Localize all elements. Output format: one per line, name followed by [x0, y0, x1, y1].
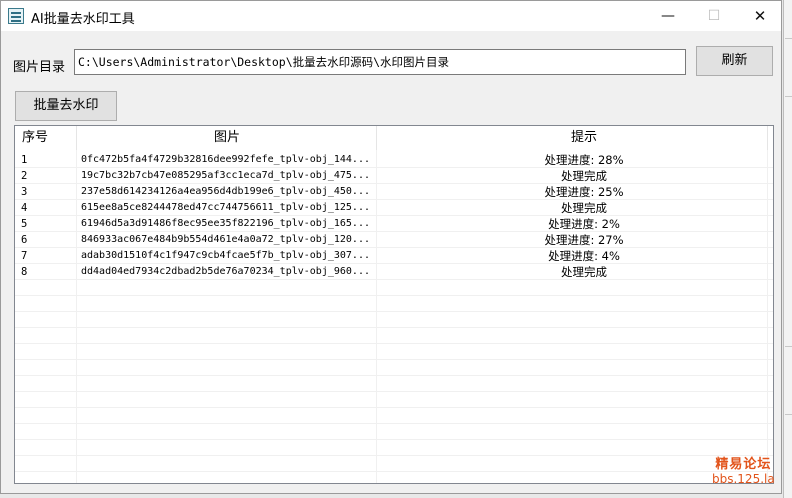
- column-header-image[interactable]: 图片: [77, 126, 377, 150]
- column-header-tip[interactable]: 提示: [377, 126, 773, 150]
- watermark-line1: 精易论坛: [715, 457, 772, 472]
- watermark-line2: bbs.125.la: [712, 472, 775, 486]
- app-icon: [8, 8, 24, 24]
- row-index: 6: [21, 234, 28, 246]
- minimize-button[interactable]: —: [645, 1, 691, 31]
- row-image-name: 237e58d614234126a4ea956d4db199e6_tplv-ob…: [81, 186, 370, 197]
- row-index: 4: [21, 202, 28, 214]
- title-bar: AI批量去水印工具 — ☐ ✕: [1, 1, 781, 31]
- row-index: 8: [21, 266, 28, 278]
- forum-watermark: 精易论坛 bbs.125.la: [712, 457, 775, 487]
- table-row[interactable]: 7 adab30d1510f4c1f947c9cb4fcae5f7b_tplv-o…: [15, 248, 773, 264]
- row-index: 5: [21, 218, 28, 230]
- row-index: 7: [21, 250, 28, 262]
- table-row[interactable]: 5 61946d5a3d91486f8ec95ee35f822196_tplv-o…: [15, 216, 773, 232]
- row-index: 1: [21, 154, 28, 166]
- row-image-name: 0fc472b5fa4f4729b32816dee992fefe_tplv-ob…: [81, 154, 370, 165]
- table-row[interactable]: 4 615ee8a5ce8244478ed47cc744756611_tplv-o…: [15, 200, 773, 216]
- row-image-name: 846933ac067e484b9b554d461e4a0a72_tplv-ob…: [81, 234, 370, 245]
- row-index: 3: [21, 186, 28, 198]
- row-status: 处理进度: 2%: [548, 217, 620, 231]
- row-image-name: dd4ad04ed7934c2dbad2b5de76a70234_tplv-ob…: [81, 266, 370, 277]
- background-window-edge: [783, 0, 792, 498]
- column-header-index[interactable]: 序号: [22, 126, 48, 150]
- table-row[interactable]: 3 237e58d614234126a4ea956d4db199e6_tplv-o…: [15, 184, 773, 200]
- row-status: 处理进度: 25%: [544, 185, 624, 199]
- row-image-name: 61946d5a3d91486f8ec95ee35f822196_tplv-ob…: [81, 218, 370, 229]
- table-row[interactable]: 1 0fc472b5fa4f4729b32816dee992fefe_tplv-o…: [15, 152, 773, 168]
- row-status: 处理完成: [561, 265, 607, 279]
- close-button[interactable]: ✕: [737, 1, 783, 31]
- dir-input[interactable]: C:\Users\Administrator\Desktop\批量去水印源码\水…: [74, 49, 686, 75]
- table-row[interactable]: 6 846933ac067e484b9b554d461e4a0a72_tplv-o…: [15, 232, 773, 248]
- dir-label: 图片目录: [13, 60, 66, 75]
- row-status: 处理进度: 28%: [544, 153, 624, 167]
- row-index: 2: [21, 170, 28, 182]
- row-status: 处理完成: [561, 201, 607, 215]
- row-status: 处理完成: [561, 169, 607, 183]
- table-row[interactable]: 2 19c7bc32b7cb47e085295af3cc1eca7d_tplv-o…: [15, 168, 773, 184]
- row-image-name: 19c7bc32b7cb47e085295af3cc1eca7d_tplv-ob…: [81, 170, 370, 181]
- refresh-button[interactable]: 刷新: [696, 46, 773, 76]
- list-header: 序号 图片 提示: [15, 126, 773, 150]
- table-row[interactable]: 8 dd4ad04ed7934c2dbad2b5de76a70234_tplv-o…: [15, 264, 773, 280]
- row-status: 处理进度: 27%: [544, 233, 624, 247]
- window-title: AI批量去水印工具: [31, 12, 135, 27]
- row-image-name: adab30d1510f4c1f947c9cb4fcae5f7b_tplv-ob…: [81, 250, 370, 261]
- maximize-button[interactable]: ☐: [691, 1, 737, 31]
- row-status: 处理进度: 4%: [548, 249, 620, 263]
- main-window: AI批量去水印工具 — ☐ ✕ 图片目录 C:\Users\Administra…: [0, 0, 782, 494]
- row-image-name: 615ee8a5ce8244478ed47cc744756611_tplv-ob…: [81, 202, 370, 213]
- batch-remove-watermark-button[interactable]: 批量去水印: [15, 91, 117, 121]
- image-list[interactable]: 序号 图片 提示 1 0fc472b5fa4f4729b32816dee992fe…: [14, 125, 774, 484]
